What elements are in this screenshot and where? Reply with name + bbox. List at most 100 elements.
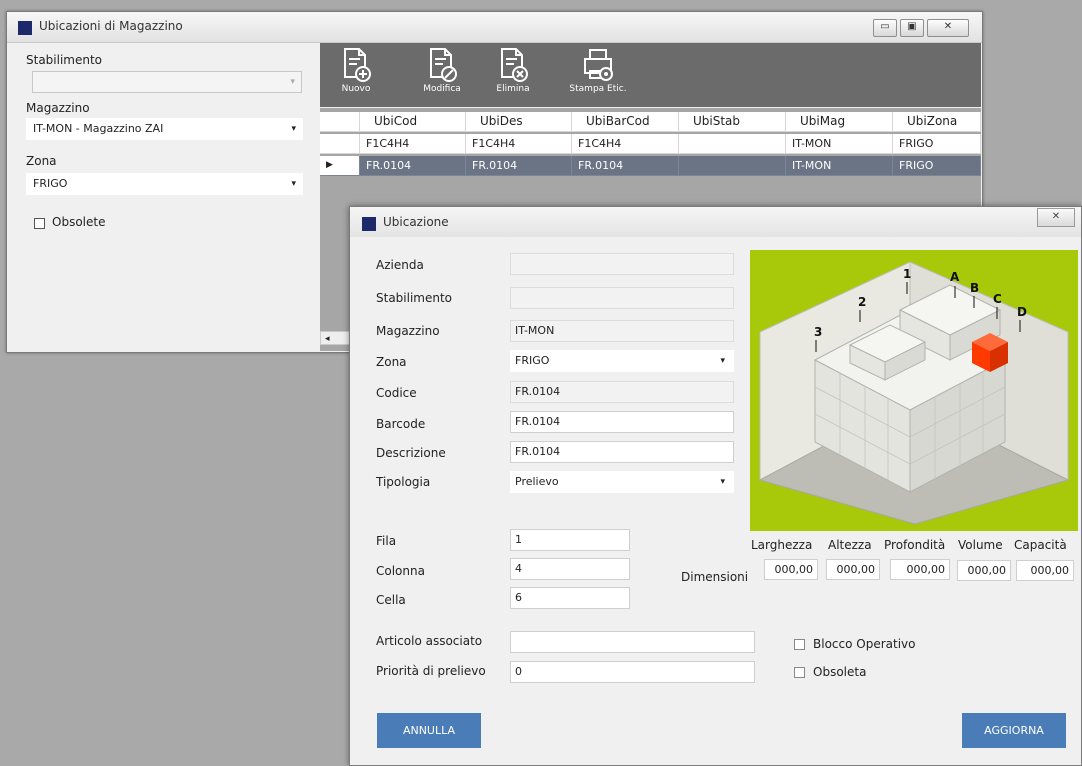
col-marker-B: B <box>970 281 979 295</box>
main-window-titlebar[interactable]: Ubicazioni di Magazzino ▭ ▣ ✕ <box>7 12 982 43</box>
larghezza-input[interactable]: 000,00 <box>764 559 818 580</box>
table-cell[interactable] <box>679 156 786 176</box>
obsoleta-checkbox[interactable] <box>794 667 805 678</box>
app-icon <box>18 21 32 35</box>
altezza-input[interactable]: 000,00 <box>826 559 880 580</box>
app-icon <box>362 217 376 231</box>
new-document-icon <box>344 48 371 82</box>
table-row[interactable]: F1C4H4 F1C4H4 F1C4H4 IT-MON FRIGO <box>320 134 981 155</box>
colonna-label: Colonna <box>376 564 425 578</box>
table-cell[interactable]: IT-MON <box>786 134 893 154</box>
stabilimento-label: Stabilimento <box>26 53 103 67</box>
magazzino-label: Magazzino <box>26 101 90 115</box>
ubicazione-dialog: Ubicazione ✕ Azienda Stabilimento Magazz… <box>349 206 1082 766</box>
codice-field: FR.0104 <box>510 381 734 403</box>
maximize-button[interactable]: ▣ <box>900 19 924 37</box>
close-button[interactable]: ✕ <box>927 19 969 37</box>
nuovo-button[interactable]: Nuovo <box>334 47 378 103</box>
zona-combo-value: FRIGO <box>33 177 68 190</box>
priorita-label: Priorità di prelievo <box>376 664 486 678</box>
colonna-input[interactable]: 4 <box>510 558 630 580</box>
modifica-button[interactable]: Modifica <box>417 47 467 103</box>
barcode-label: Barcode <box>376 417 426 431</box>
magazzino-label: Magazzino <box>376 324 440 338</box>
cella-input[interactable]: 6 <box>510 587 630 609</box>
fila-label: Fila <box>376 534 397 548</box>
priorita-input[interactable]: 0 <box>510 661 755 683</box>
tipologia-select-value: Prelievo <box>515 475 559 488</box>
zona-select[interactable]: FRIGO ▾ <box>510 350 734 372</box>
dialog-close-button[interactable]: ✕ <box>1037 208 1075 227</box>
table-cell[interactable]: FR.0104 <box>572 156 679 176</box>
table-cell[interactable]: F1C4H4 <box>360 134 466 154</box>
row-pointer-icon[interactable]: ▶ <box>320 156 360 176</box>
magazzino-field: IT-MON <box>510 320 734 342</box>
table-cell[interactable]: F1C4H4 <box>466 134 572 154</box>
column-header[interactable]: UbiCod <box>360 112 466 132</box>
cella-label: Cella <box>376 593 406 607</box>
obsolete-checkbox[interactable] <box>34 218 45 229</box>
print-label-icon <box>584 49 613 81</box>
column-header[interactable]: UbiStab <box>679 112 786 132</box>
annulla-button[interactable]: ANNULLA <box>377 713 481 748</box>
zona-combo[interactable]: FRIGO ▾ <box>26 173 303 195</box>
main-window-title: Ubicazioni di Magazzino <box>39 19 183 33</box>
magazzino-combo-value: IT-MON - Magazzino ZAI <box>33 122 164 135</box>
chevron-down-icon: ▾ <box>291 124 296 134</box>
fila-input[interactable]: 1 <box>510 529 630 551</box>
tipologia-select[interactable]: Prelievo ▾ <box>510 471 734 493</box>
larghezza-label: Larghezza <box>751 538 813 552</box>
grid-header-row: UbiCod UbiDes UbiBarCod UbiStab UbiMag U… <box>320 112 981 133</box>
table-row-selected[interactable]: ▶ FR.0104 FR.0104 FR.0104 IT-MON FRIGO <box>320 156 981 177</box>
table-cell[interactable]: FR.0104 <box>360 156 466 176</box>
table-cell[interactable]: FRIGO <box>893 156 981 176</box>
obsoleta-label: Obsoleta <box>813 665 867 679</box>
table-cell[interactable]: FR.0104 <box>466 156 572 176</box>
articolo-input[interactable] <box>510 631 755 653</box>
horizontal-scrollbar[interactable]: ◂ <box>320 331 350 345</box>
col-marker-C: C <box>993 292 1002 306</box>
table-cell[interactable]: IT-MON <box>786 156 893 176</box>
column-header[interactable]: UbiBarCod <box>572 112 679 132</box>
tipologia-label: Tipologia <box>376 475 431 489</box>
elimina-label: Elimina <box>496 84 530 94</box>
stabilimento-field <box>510 287 734 309</box>
col-marker-A: A <box>950 270 960 284</box>
barcode-input[interactable]: FR.0104 <box>510 411 734 433</box>
volume-label: Volume <box>958 538 1003 552</box>
delete-document-icon <box>501 48 528 82</box>
minimize-button[interactable]: ▭ <box>873 19 897 37</box>
dialog-title: Ubicazione <box>383 215 449 229</box>
table-cell[interactable] <box>679 134 786 154</box>
chevron-down-icon: ▾ <box>290 77 295 87</box>
capacita-input[interactable]: 000,00 <box>1016 560 1074 581</box>
column-header[interactable]: UbiMag <box>786 112 893 132</box>
column-header[interactable]: UbiDes <box>466 112 572 132</box>
stabilimento-combo[interactable]: ▾ <box>32 71 302 93</box>
row-header[interactable] <box>320 134 360 154</box>
stampa-etichetta-button[interactable]: Stampa Etic. <box>565 47 631 103</box>
blocco-operativo-checkbox[interactable] <box>794 639 805 650</box>
column-header[interactable]: UbiZona <box>893 112 981 132</box>
zona-label: Zona <box>26 154 57 168</box>
zona-select-value: FRIGO <box>515 354 550 367</box>
stampa-etichetta-label: Stampa Etic. <box>569 84 627 94</box>
stabilimento-label: Stabilimento <box>376 291 453 305</box>
row-marker-3: 3 <box>814 325 822 339</box>
profondita-input[interactable]: 000,00 <box>890 559 950 580</box>
elimina-button[interactable]: Elimina <box>491 47 535 103</box>
modifica-label: Modifica <box>423 84 461 94</box>
descrizione-input[interactable]: FR.0104 <box>510 441 734 463</box>
table-cell[interactable]: F1C4H4 <box>572 134 679 154</box>
table-cell[interactable]: FRIGO <box>893 134 981 154</box>
azienda-label: Azienda <box>376 258 424 272</box>
chevron-down-icon: ▾ <box>291 179 296 189</box>
aggiorna-button[interactable]: AGGIORNA <box>962 713 1066 748</box>
descrizione-label: Descrizione <box>376 446 446 460</box>
chevron-down-icon: ▾ <box>720 356 725 366</box>
volume-input[interactable]: 000,00 <box>957 560 1011 581</box>
dialog-titlebar[interactable]: Ubicazione ✕ <box>350 207 1081 237</box>
zona-label: Zona <box>376 355 407 369</box>
articolo-label: Articolo associato <box>376 634 483 648</box>
magazzino-combo[interactable]: IT-MON - Magazzino ZAI ▾ <box>26 118 303 140</box>
